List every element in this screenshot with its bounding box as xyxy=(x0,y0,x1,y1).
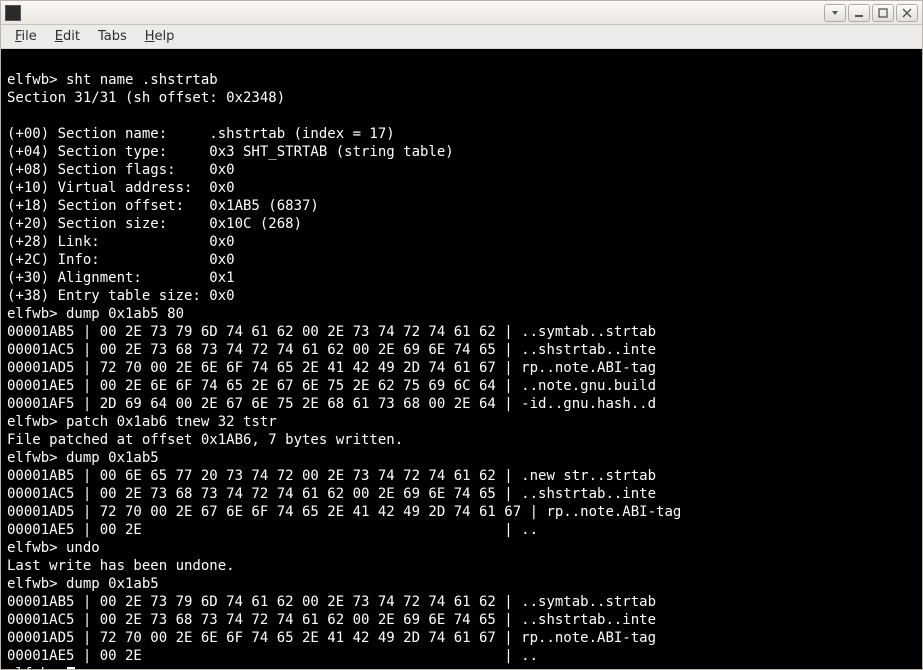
terminal-window: File Edit Tabs Help elfwb> sht name .shs… xyxy=(0,0,923,670)
menu-help[interactable]: Help xyxy=(137,27,183,46)
menu-edit[interactable]: Edit xyxy=(47,27,88,46)
window-menu-button[interactable] xyxy=(824,4,846,22)
cursor xyxy=(67,667,75,669)
titlebar xyxy=(1,1,922,25)
window-controls xyxy=(824,4,918,22)
close-button[interactable] xyxy=(896,4,918,22)
menu-tabs[interactable]: Tabs xyxy=(90,27,135,46)
maximize-button[interactable] xyxy=(872,4,894,22)
terminal-output[interactable]: elfwb> sht name .shstrtab Section 31/31 … xyxy=(1,49,922,669)
prompt: elfwb> xyxy=(7,665,66,669)
terminal-app-icon xyxy=(5,5,21,21)
menubar: File Edit Tabs Help xyxy=(1,25,922,49)
menu-file[interactable]: File xyxy=(7,27,45,46)
minimize-button[interactable] xyxy=(848,4,870,22)
terminal-lines: elfwb> sht name .shstrtab Section 31/31 … xyxy=(7,71,916,665)
